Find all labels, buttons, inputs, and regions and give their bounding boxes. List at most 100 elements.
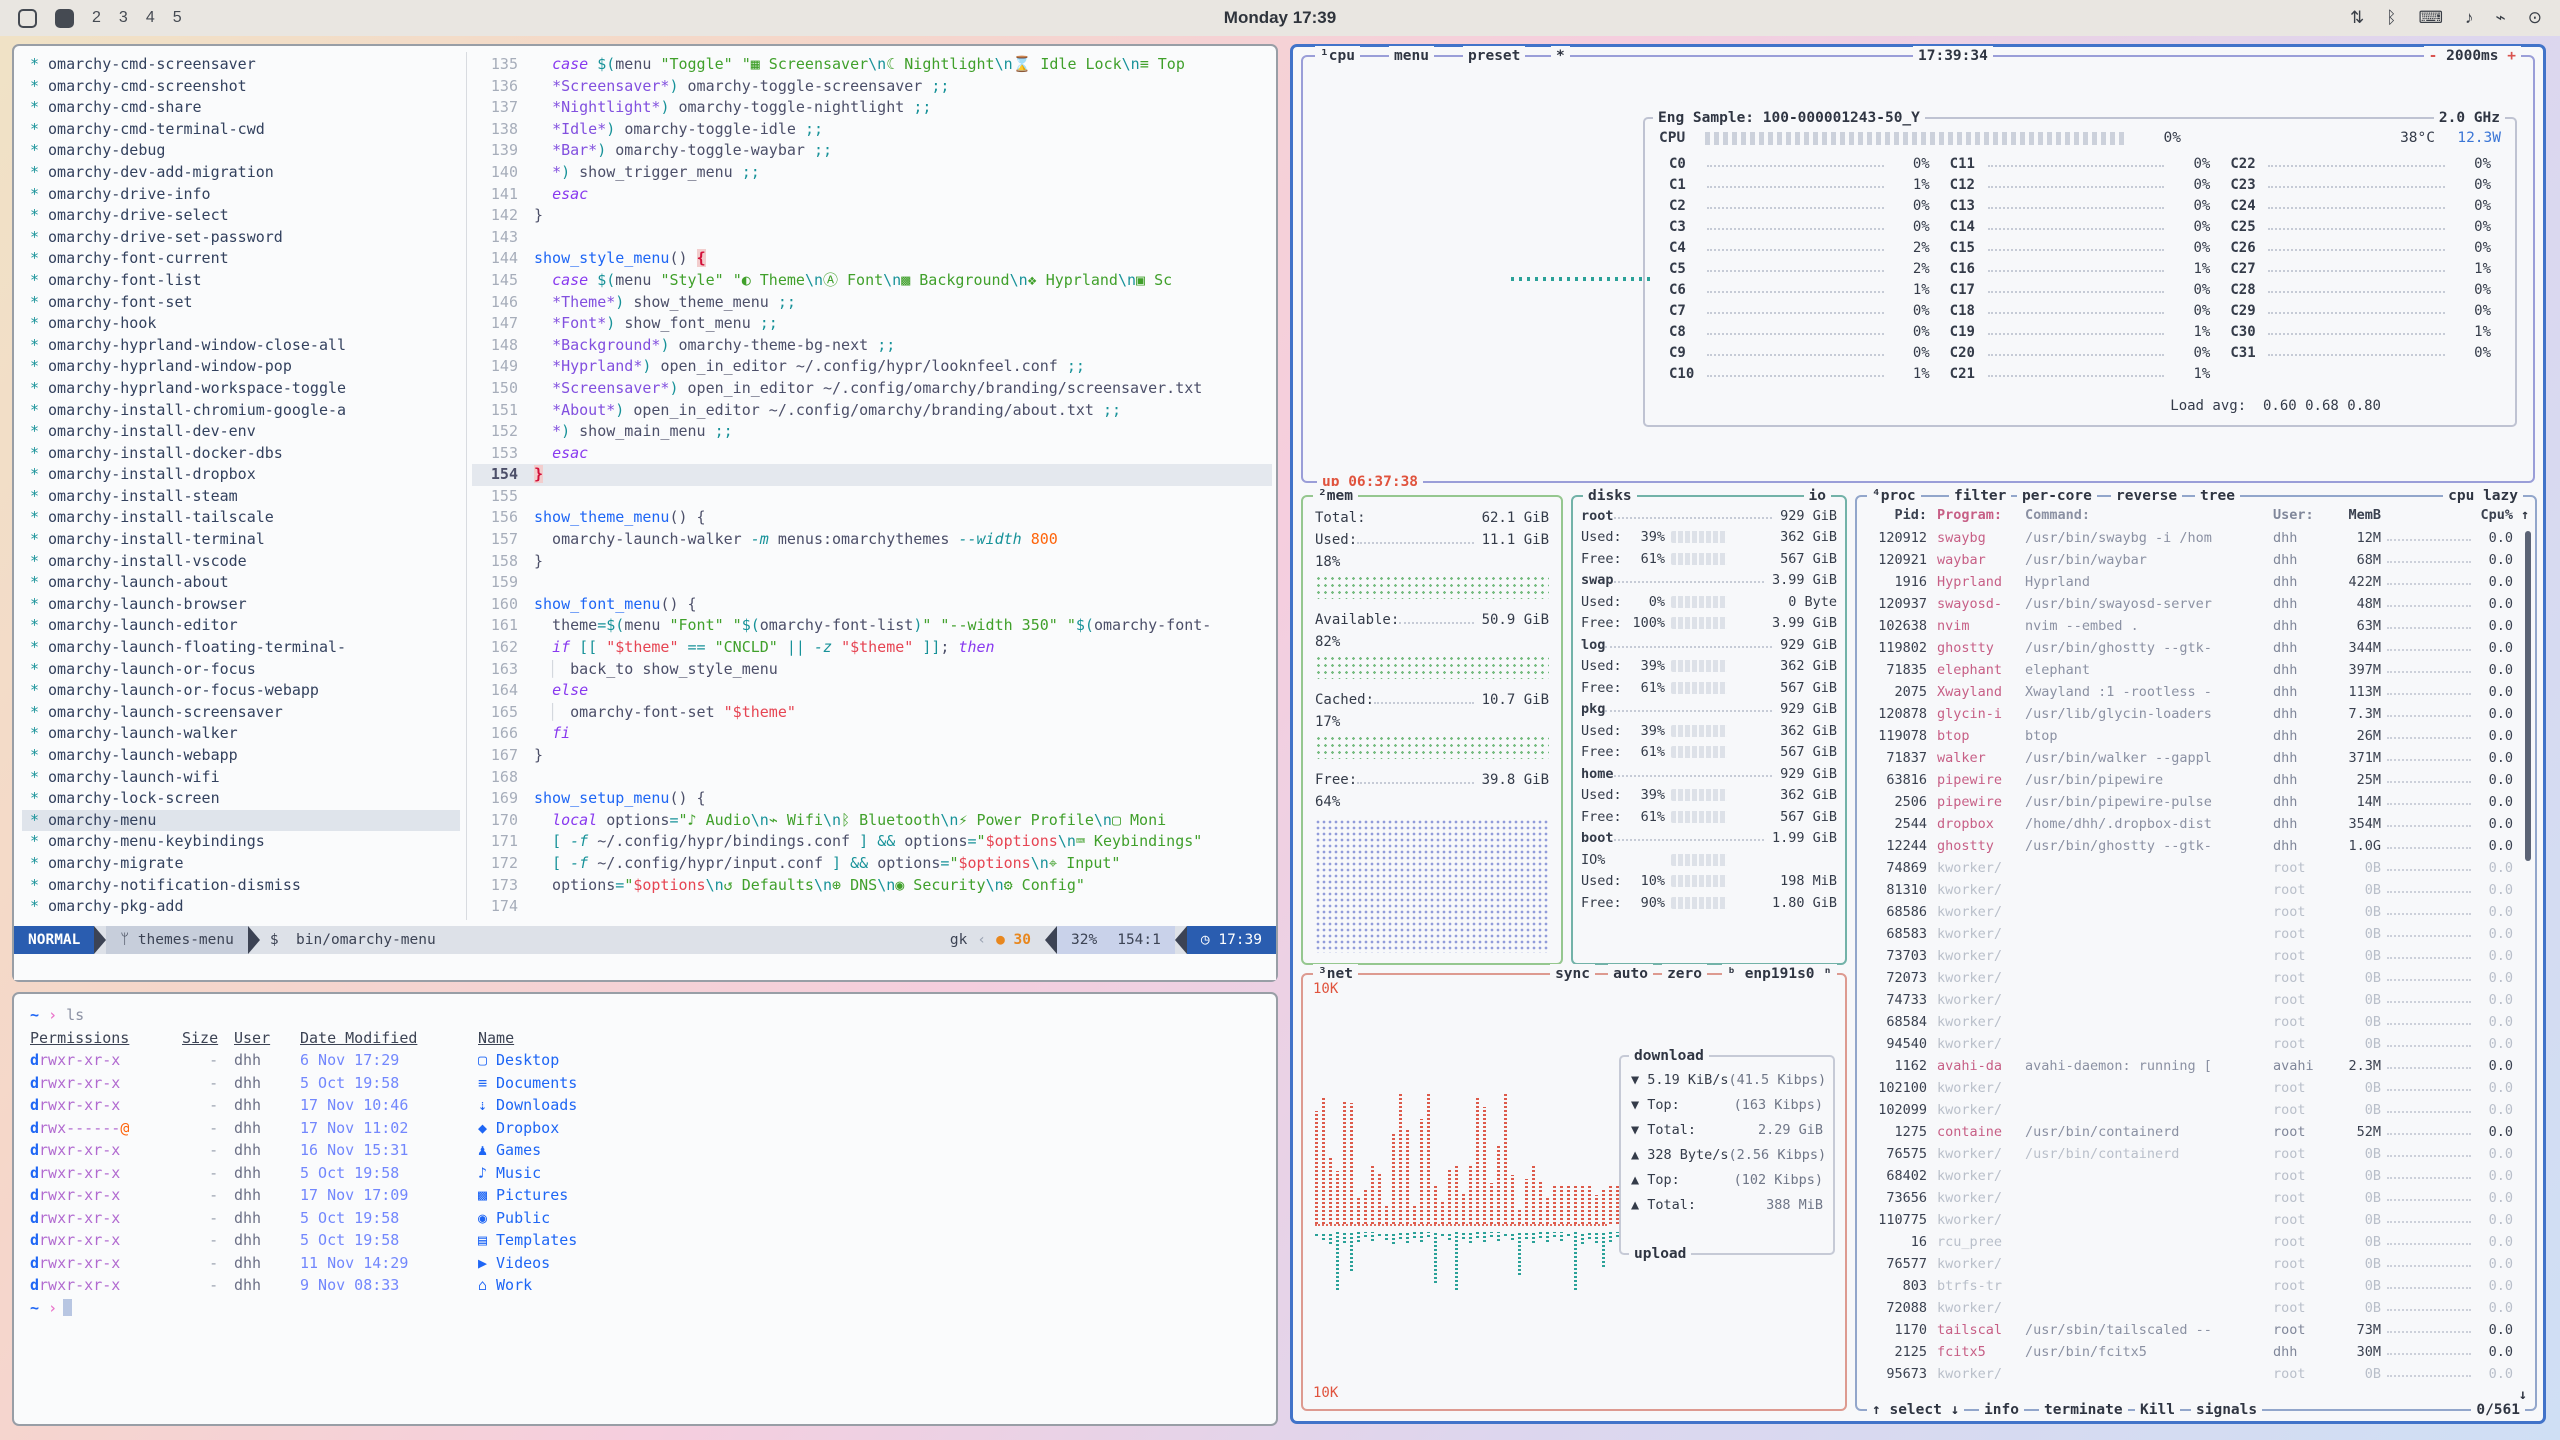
process-row[interactable]: 110775kworker/root0B0.0 <box>1865 1209 2529 1231</box>
workspace-5-button[interactable]: 5 <box>173 9 182 27</box>
code-line[interactable]: 138 *Idle*) omarchy-toggle-idle ;; <box>472 119 1272 141</box>
file-list-item[interactable]: *omarchy-install-dev-env <box>22 421 460 443</box>
process-row[interactable]: 2125fcitx5/usr/bin/fcitx5dhh30M0.0 <box>1865 1341 2529 1363</box>
process-row[interactable]: 1162avahi-daavahi-daemon: running [avahi… <box>1865 1055 2529 1077</box>
file-list-item[interactable]: *omarchy-install-docker-dbs <box>22 443 460 465</box>
code-line[interactable]: 159 <box>472 572 1272 594</box>
file-list-item[interactable]: *omarchy-install-vscode <box>22 551 460 573</box>
process-row[interactable]: 120878glycin-i/usr/lib/glycin-loadersdhh… <box>1865 703 2529 725</box>
file-list-item[interactable]: *omarchy-debug <box>22 140 460 162</box>
select-hint[interactable]: ↑ select ↓ <box>1867 1400 1964 1420</box>
disks-box-title[interactable]: disks <box>1583 486 1637 506</box>
code-line[interactable]: 142} <box>472 205 1272 227</box>
file-list-item[interactable]: *omarchy-install-terminal <box>22 529 460 551</box>
workspace-1-icon[interactable] <box>18 9 37 28</box>
scroll-up-icon[interactable]: ↑ <box>2513 507 2529 523</box>
file-list-item[interactable]: *omarchy-font-list <box>22 270 460 292</box>
process-row[interactable]: 102099kworker/root0B0.0 <box>1865 1099 2529 1121</box>
process-row[interactable]: 94540kworker/root0B0.0 <box>1865 1033 2529 1055</box>
file-list-item[interactable]: *omarchy-drive-set-password <box>22 227 460 249</box>
code-line[interactable]: 156show_theme_menu() { <box>472 507 1272 529</box>
file-list-item[interactable]: *omarchy-cmd-share <box>22 97 460 119</box>
process-row[interactable]: 72088kworker/root0B0.0 <box>1865 1297 2529 1319</box>
code-line[interactable]: 161 theme=$(menu "Font" "$(omarchy-font-… <box>472 615 1272 637</box>
net-sync-button[interactable]: sync <box>1550 964 1595 984</box>
code-line[interactable]: 146 *Theme*) show_theme_menu ;; <box>472 292 1272 314</box>
process-row[interactable]: 2544dropbox/home/dhh/.dropbox-distdhh354… <box>1865 813 2529 835</box>
code-line[interactable]: 144show_style_menu() { <box>472 248 1272 270</box>
process-row[interactable]: 2506pipewire/usr/bin/pipewire-pulsedhh14… <box>1865 791 2529 813</box>
signals-button[interactable]: signals <box>2191 1400 2262 1420</box>
workspace-active-icon[interactable] <box>55 9 74 28</box>
code-line[interactable]: 147 *Font*) show_font_menu ;; <box>472 313 1272 335</box>
process-scrollbar[interactable] <box>2525 531 2531 861</box>
code-line[interactable]: 157 omarchy-launch-walker -m menus:omarc… <box>472 529 1272 551</box>
file-list-item[interactable]: *omarchy-install-dropbox <box>22 464 460 486</box>
net-zero-button[interactable]: zero <box>1662 964 1707 984</box>
file-list-item[interactable]: *omarchy-hook <box>22 313 460 335</box>
file-list-item[interactable]: *omarchy-menu-keybindings <box>22 831 460 853</box>
net-auto-button[interactable]: auto <box>1608 964 1653 984</box>
code-line[interactable]: 143 <box>472 227 1272 249</box>
file-list-item[interactable]: *omarchy-launch-about <box>22 572 460 594</box>
terminal-window[interactable]: ~ › ls PermissionsSizeUserDate ModifiedN… <box>12 992 1278 1426</box>
code-line[interactable]: 173 options="$options\n↺ Defaults\n⊕ DNS… <box>472 875 1272 897</box>
file-list-item[interactable]: *omarchy-cmd-terminal-cwd <box>22 119 460 141</box>
code-line[interactable]: 141 esac <box>472 184 1272 206</box>
process-row[interactable]: 803btrfs-trroot0B0.0 <box>1865 1275 2529 1297</box>
workspace-4-button[interactable]: 4 <box>146 9 155 27</box>
file-list-item[interactable]: *omarchy-launch-browser <box>22 594 460 616</box>
code-line[interactable]: 166 fi <box>472 723 1272 745</box>
file-list-item[interactable]: *omarchy-dev-add-migration <box>22 162 460 184</box>
refresh-interval[interactable]: - 2000ms + <box>2424 46 2521 66</box>
process-row[interactable]: 102100kworker/root0B0.0 <box>1865 1077 2529 1099</box>
code-line[interactable]: 148 *Background*) omarchy-theme-bg-next … <box>472 335 1272 357</box>
file-list-item[interactable]: *omarchy-launch-or-focus-webapp <box>22 680 460 702</box>
mem-header[interactable]: MemB <box>2329 507 2381 523</box>
process-row[interactable]: 68584kworker/root0B0.0 <box>1865 1011 2529 1033</box>
code-line[interactable]: 165 ▏ omarchy-font-set "$theme" <box>472 702 1272 724</box>
code-line[interactable]: 162 if [[ "$theme" == "CNCLD" || -z "$th… <box>472 637 1272 659</box>
process-row[interactable]: 81310kworker/root0B0.0 <box>1865 879 2529 901</box>
code-line[interactable]: 152 *) show_main_menu ;; <box>472 421 1272 443</box>
process-row[interactable]: 12244ghostty/usr/bin/ghostty --gtk-dhh1.… <box>1865 835 2529 857</box>
code-pane[interactable]: 135 case $(menu "Toggle" "▦ Screensaver\… <box>472 54 1272 920</box>
cpu-header[interactable]: Cpu% <box>2477 507 2513 523</box>
code-line[interactable]: 160show_font_menu() { <box>472 594 1272 616</box>
code-line[interactable]: 158} <box>472 551 1272 573</box>
file-list-item[interactable]: *omarchy-cmd-screensaver <box>22 54 460 76</box>
process-row[interactable]: 16rcu_preeroot0B0.0 <box>1865 1231 2529 1253</box>
file-list-item[interactable]: *omarchy-launch-wifi <box>22 767 460 789</box>
code-line[interactable]: 174 <box>472 896 1272 918</box>
file-list-item[interactable]: *omarchy-cmd-screenshot <box>22 76 460 98</box>
process-row[interactable]: 71837walker/usr/bin/walker --gappldhh371… <box>1865 747 2529 769</box>
process-row[interactable]: 76575kworker//usr/bin/containerdroot0B0.… <box>1865 1143 2529 1165</box>
file-list-item[interactable]: *omarchy-drive-info <box>22 184 460 206</box>
code-line[interactable]: 169show_setup_menu() { <box>472 788 1272 810</box>
process-row[interactable]: 95673kworker/root0B0.0 <box>1865 1363 2529 1385</box>
code-line[interactable]: 167} <box>472 745 1272 767</box>
code-line[interactable]: 164 else <box>472 680 1272 702</box>
command-line[interactable] <box>14 954 1276 980</box>
code-line[interactable]: 136 *Screensaver*) omarchy-toggle-screen… <box>472 76 1272 98</box>
code-line[interactable]: 139 *Bar*) omarchy-toggle-waybar ;; <box>472 140 1272 162</box>
process-row[interactable]: 73656kworker/root0B0.0 <box>1865 1187 2529 1209</box>
process-row[interactable]: 68583kworker/root0B0.0 <box>1865 923 2529 945</box>
file-list-item[interactable]: *omarchy-install-tailscale <box>22 507 460 529</box>
file-list-item[interactable]: *omarchy-hyprland-window-pop <box>22 356 460 378</box>
file-list-item[interactable]: *omarchy-launch-or-focus <box>22 659 460 681</box>
command-header[interactable]: Command: <box>2025 507 2273 523</box>
code-line[interactable]: 155 <box>472 486 1272 508</box>
file-list-item[interactable]: *omarchy-lock-screen <box>22 788 460 810</box>
pid-header[interactable]: Pid: <box>1865 507 1927 523</box>
code-line[interactable]: 145 case $(menu "Style" "◐ Theme\nⒶ Font… <box>472 270 1272 292</box>
code-line[interactable]: 171 [ -f ~/.config/hypr/bindings.conf ] … <box>472 831 1272 853</box>
code-line[interactable]: 151 *About*) open_in_editor ~/.config/om… <box>472 400 1272 422</box>
process-row[interactable]: 68586kworker/root0B0.0 <box>1865 901 2529 923</box>
network-icon[interactable]: ⌁ <box>2496 8 2506 28</box>
user-header[interactable]: User: <box>2273 507 2329 523</box>
code-line[interactable]: 154} <box>472 464 1272 486</box>
code-line[interactable]: 149 *Hyprland*) open_in_editor ~/.config… <box>472 356 1272 378</box>
process-row[interactable]: 120937swayosd-/usr/bin/swayosd-serverdhh… <box>1865 593 2529 615</box>
file-list-item[interactable]: *omarchy-hyprland-window-close-all <box>22 335 460 357</box>
